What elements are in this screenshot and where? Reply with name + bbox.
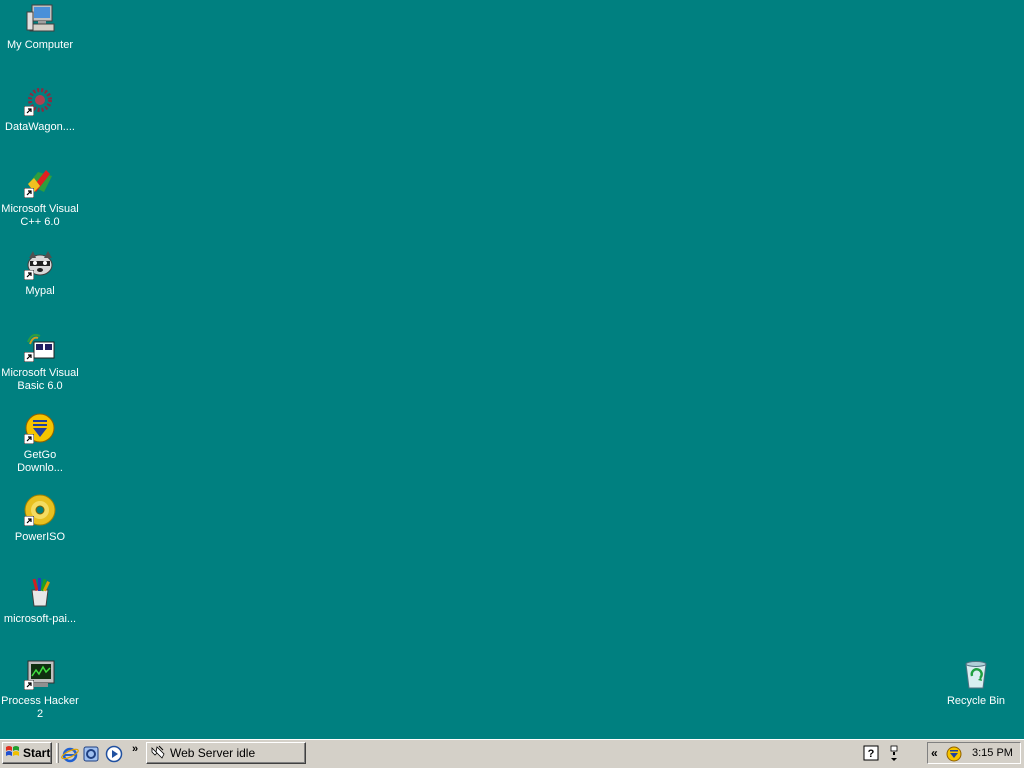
shortcut-arrow-icon [24, 516, 34, 526]
desktop-icon-label: Microsoft Visual C++ 6.0 [1, 203, 79, 228]
shortcut-arrow-icon [24, 106, 34, 116]
display-settings-icon[interactable] [888, 745, 900, 768]
taskbar-button-label: Web Server idle [170, 746, 256, 760]
download-icon [24, 412, 56, 444]
taskbar-button-web-server[interactable]: Web Server idle [146, 742, 306, 764]
desktop: My Computer DataWagon.... Microsoft Visu… [0, 0, 1024, 739]
visual-basic-icon [24, 330, 56, 362]
desktop-icon-label: Recycle Bin [946, 695, 1006, 707]
shortcut-arrow-icon [24, 270, 34, 280]
shortcut-arrow-icon [24, 352, 34, 362]
desktop-icon-label: microsoft-pai... [3, 613, 77, 625]
internet-explorer-icon[interactable] [61, 745, 79, 763]
outlook-express-icon[interactable] [82, 745, 100, 763]
shortcut-arrow-icon [24, 680, 34, 690]
desktop-icon-my-computer[interactable]: My Computer [0, 2, 80, 52]
system-tray: « 3:15 PM [927, 742, 1021, 764]
media-player-icon[interactable] [105, 745, 123, 763]
desktop-icon-label: GetGo Downlo... [17, 449, 63, 474]
web-server-icon [150, 744, 166, 763]
desktop-icon-visual-cpp[interactable]: Microsoft Visual C++ 6.0 [0, 166, 80, 229]
quick-launch-more-button[interactable]: » [132, 743, 138, 755]
download-manager-tray-icon[interactable] [946, 746, 962, 765]
raccoon-icon [24, 248, 56, 280]
windows-logo-icon [5, 745, 21, 762]
desktop-icon-process-hacker[interactable]: Process Hacker 2 [0, 658, 80, 721]
desktop-icon-datawagon[interactable]: DataWagon.... [0, 84, 80, 134]
desktop-icon-getgo[interactable]: GetGo Downlo... [0, 412, 80, 475]
desktop-icon-recycle-bin[interactable]: Recycle Bin [936, 658, 1016, 708]
desktop-icon-microsoft-paint[interactable]: microsoft-pai... [0, 576, 80, 626]
taskbar: Start » Web Server idle ? « 3:15 PM [0, 739, 1024, 768]
svg-text:?: ? [868, 748, 875, 760]
process-monitor-icon [24, 658, 56, 690]
tray-expand-button[interactable]: « [931, 746, 938, 760]
desktop-icon-mypal[interactable]: Mypal [0, 248, 80, 298]
desktop-icon-label: DataWagon.... [5, 121, 75, 133]
desktop-icon-label: PowerISO [14, 531, 66, 543]
visual-cpp-icon [24, 166, 56, 198]
desktop-icon-visual-basic[interactable]: Microsoft Visual Basic 6.0 [0, 330, 80, 393]
datawagon-icon [24, 84, 56, 116]
computer-icon [24, 2, 56, 34]
help-icon[interactable]: ? [863, 745, 879, 766]
desktop-icon-label: Mypal [25, 285, 55, 297]
desktop-icon-label: My Computer [6, 39, 74, 51]
desktop-icon-poweriso[interactable]: PowerISO [0, 494, 80, 544]
start-label: Start [23, 746, 51, 760]
shortcut-arrow-icon [24, 434, 34, 444]
clock[interactable]: 3:15 PM [972, 747, 1013, 759]
toolbar-grip[interactable] [56, 743, 59, 763]
shortcut-arrow-icon [24, 188, 34, 198]
desktop-icon-label: Process Hacker 2 [1, 695, 79, 720]
start-button[interactable]: Start [2, 742, 52, 764]
disc-icon [24, 494, 56, 526]
paint-icon [24, 576, 56, 608]
recycle-bin-icon [960, 658, 992, 690]
desktop-icon-label: Microsoft Visual Basic 6.0 [1, 367, 79, 392]
